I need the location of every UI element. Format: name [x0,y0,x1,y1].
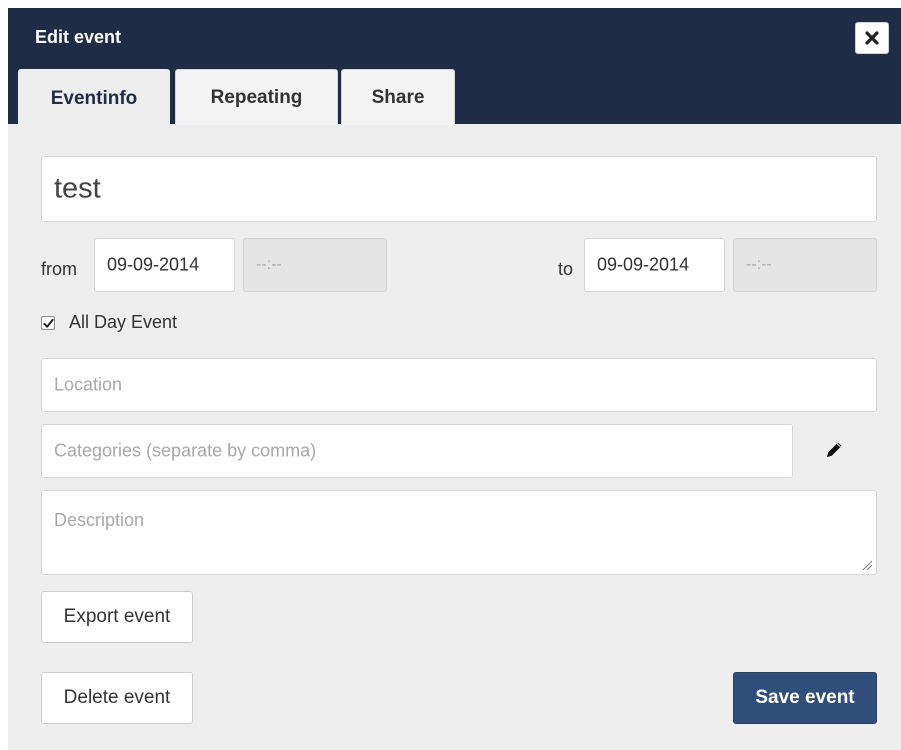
description-textarea[interactable]: Description [41,490,877,575]
to-label: to [558,259,574,279]
tab-repeating[interactable]: Repeating [175,69,338,125]
tab-eventinfo-label: Eventinfo [50,87,138,109]
to-time-input[interactable]: --:-- [733,238,877,292]
save-event-label: Save event [755,687,855,708]
tab-share-label: Share [371,86,425,108]
edit-event-dialog: Edit event Eventinfo Repeating Share tes… [8,8,901,750]
tab-eventinfo[interactable]: Eventinfo [18,69,170,127]
location-input[interactable]: Location [41,358,877,412]
to-date-value: 09-09-2014 [597,254,690,275]
categories-placeholder: Categories (separate by comma) [54,440,317,461]
to-time-placeholder: --:-- [746,256,772,273]
all-day-checkbox[interactable] [41,316,55,330]
from-date-value: 09-09-2014 [107,254,200,275]
all-day-label: All Day Event [69,312,178,332]
save-event-button[interactable]: Save event [733,672,877,724]
resize-handle-icon[interactable] [861,559,873,571]
dialog-title: Edit event [35,27,122,47]
export-event-button[interactable]: Export event [41,591,193,643]
location-placeholder: Location [54,374,123,395]
delete-event-button[interactable]: Delete event [41,672,193,724]
dialog-header: Edit event Eventinfo Repeating Share [8,8,901,127]
close-icon [865,31,879,45]
export-event-label: Export event [63,606,171,627]
delete-event-label: Delete event [63,687,171,708]
checkmark-icon [42,318,54,328]
categories-input[interactable]: Categories (separate by comma) [41,424,793,478]
description-placeholder: Description [54,510,145,530]
from-time-placeholder: --:-- [256,256,282,273]
pencil-icon [827,442,842,457]
from-label: from [41,259,77,279]
to-date-input[interactable]: 09-09-2014 [584,238,725,292]
from-time-input[interactable]: --:-- [243,238,387,292]
close-button[interactable] [855,22,889,54]
event-title-value: test [54,172,101,205]
event-title-input[interactable]: test [41,156,877,222]
tab-repeating-label: Repeating [210,86,303,108]
tab-share[interactable]: Share [341,69,455,125]
from-date-input[interactable]: 09-09-2014 [94,238,235,292]
edit-categories-button[interactable] [820,436,848,464]
